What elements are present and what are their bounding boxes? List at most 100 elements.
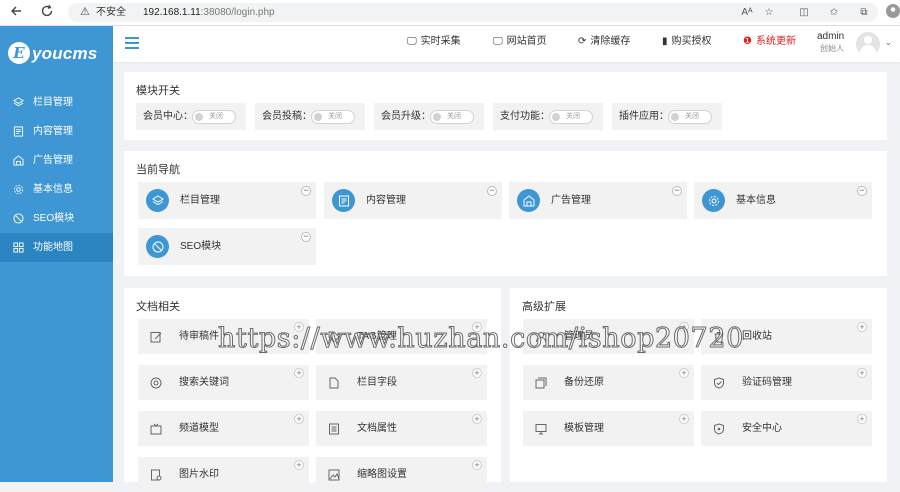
sidebar-item-basic-info[interactable]: 基本信息 (0, 175, 113, 204)
add-icon[interactable]: + (294, 368, 304, 378)
toggle-switch[interactable]: 关闭 (311, 110, 355, 124)
site-home-link[interactable]: 🖵 网站首页 (493, 26, 547, 62)
remove-icon[interactable]: − (301, 186, 311, 196)
favorite-add-icon[interactable]: ☆ (760, 4, 778, 22)
logo[interactable]: E youcms (8, 40, 108, 70)
add-icon[interactable]: + (679, 322, 689, 332)
module-label: 插件应用： (619, 111, 669, 122)
item-label: 频道模型 (179, 423, 219, 434)
module-payment: 支付功能： 关闭 (493, 103, 603, 130)
doc-item-search-keywords[interactable]: 搜索关键词 + (138, 365, 309, 400)
collections-icon[interactable]: ⧉ (855, 4, 873, 22)
sidebar: E youcms 栏目管理 内容管理 广告管理 基本信息 SEO模块 功能地图 (0, 26, 113, 482)
module-label: 支付功能： (500, 111, 550, 122)
url-text[interactable]: 192.168.1.11:38080/login.php (143, 5, 275, 20)
add-icon[interactable]: + (294, 460, 304, 470)
compass-icon (146, 235, 169, 258)
add-icon[interactable]: + (294, 414, 304, 424)
item-label: 缩略图设置 (357, 469, 407, 480)
item-label: 图片水印 (179, 469, 219, 480)
toggle-switch[interactable]: 关闭 (430, 110, 474, 124)
sidebar-item-ad-management[interactable]: 广告管理 (0, 146, 113, 175)
user-role: 创始人 (820, 44, 844, 53)
add-icon[interactable]: + (857, 322, 867, 332)
tv-icon (149, 422, 162, 435)
toggle-state: 关闭 (566, 113, 580, 120)
layers-icon (12, 88, 24, 117)
reload-icon[interactable] (38, 4, 56, 22)
back-arrow-icon[interactable] (7, 4, 25, 22)
favorites-icon[interactable]: ✩ (825, 4, 843, 22)
add-icon[interactable]: + (857, 368, 867, 378)
module-plugin-apps: 插件应用： 关闭 (612, 103, 722, 130)
adv-item-captcha-management[interactable]: 验证码管理 + (701, 365, 872, 400)
toggle-switch[interactable]: 关闭 (668, 110, 712, 124)
refresh-icon: ⟳ (578, 36, 587, 47)
add-icon[interactable]: + (472, 322, 482, 332)
split-screen-icon[interactable]: ◫ (795, 4, 813, 22)
adv-item-backup-restore[interactable]: 备份还原 + (523, 365, 694, 400)
adv-item-template-management[interactable]: 模板管理 + (523, 411, 694, 446)
warning-triangle-icon[interactable]: ⚠ (80, 5, 90, 20)
buy-license-link[interactable]: ▮ 购买授权 (662, 26, 712, 62)
user-name[interactable]: admin (817, 31, 844, 43)
gear-icon (702, 189, 725, 212)
chevron-down-icon[interactable]: ⌄ (885, 38, 892, 47)
avatar[interactable] (856, 32, 880, 56)
quick-nav-basic-info[interactable]: 基本信息 − (694, 182, 872, 219)
adv-item-recycle-bin[interactable]: 回收站 + (701, 319, 872, 354)
profile-icon[interactable] (884, 4, 900, 22)
realtime-collect-link[interactable]: 🖵 实时采集 (407, 26, 461, 62)
image-file-icon (149, 468, 162, 481)
clear-cache-link[interactable]: ⟳ 清除缓存 (578, 26, 630, 62)
doc-item-image-watermark[interactable]: 图片水印 + (138, 457, 309, 492)
remove-icon[interactable]: − (487, 186, 497, 196)
shield-icon (712, 376, 725, 389)
menu-toggle-icon[interactable] (125, 37, 139, 49)
doc-item-thumbnail-settings[interactable]: 缩略图设置 + (316, 457, 487, 492)
card-title: 文档相关 (136, 301, 180, 313)
quick-nav-seo[interactable]: SEO模块 − (138, 228, 316, 265)
doc-item-pending-review[interactable]: 待审稿件 + (138, 319, 309, 354)
item-label: 安全中心 (742, 423, 782, 434)
doc-item-channel-model[interactable]: 频道模型 + (138, 411, 309, 446)
add-icon[interactable]: + (679, 368, 689, 378)
doc-item-tag-management[interactable]: TAG管理 + (316, 319, 487, 354)
add-icon[interactable]: + (472, 414, 482, 424)
sidebar-item-label: 内容管理 (33, 126, 73, 137)
docs-card: 文档相关 待审稿件 + TAG管理 + 搜索关键词 + 栏目字段 + 频道模型 … (124, 288, 501, 492)
sidebar-item-label: 功能地图 (33, 242, 73, 253)
topbar-link-label: 购买授权 (671, 36, 712, 47)
security-status[interactable]: 不安全 (96, 5, 126, 20)
add-icon[interactable]: + (679, 414, 689, 424)
add-icon[interactable]: + (857, 414, 867, 424)
sidebar-item-feature-map[interactable]: 功能地图 (0, 233, 113, 262)
add-icon[interactable]: + (472, 368, 482, 378)
toggle-switch[interactable]: 关闭 (549, 110, 593, 124)
user-icon (534, 330, 547, 343)
logo-text: youcms (32, 44, 98, 63)
layers-icon (146, 189, 169, 212)
adv-item-security-center[interactable]: 安全中心 + (701, 411, 872, 446)
toggle-switch[interactable]: 关闭 (192, 110, 236, 124)
remove-icon[interactable]: − (857, 186, 867, 196)
quick-nav-ad-management[interactable]: 广告管理 − (509, 182, 687, 219)
quick-nav-column-management[interactable]: 栏目管理 − (138, 182, 316, 219)
system-update-link[interactable]: ❶ 系统更新 (743, 26, 796, 62)
quick-nav-label: 基本信息 (736, 195, 776, 206)
module-label: 会员升级： (381, 111, 431, 122)
sidebar-item-content-management[interactable]: 内容管理 (0, 117, 113, 146)
sidebar-item-seo[interactable]: SEO模块 (0, 204, 113, 233)
doc-item-doc-attributes[interactable]: 文档属性 + (316, 411, 487, 446)
doc-item-column-fields[interactable]: 栏目字段 + (316, 365, 487, 400)
add-icon[interactable]: + (472, 460, 482, 470)
item-label: 搜索关键词 (179, 377, 229, 388)
adv-item-admin[interactable]: 管理员 + (523, 319, 694, 354)
sidebar-item-column-management[interactable]: 栏目管理 (0, 88, 113, 117)
module-member-submission: 会员投稿： 关闭 (255, 103, 365, 130)
remove-icon[interactable]: − (672, 186, 682, 196)
add-icon[interactable]: + (294, 322, 304, 332)
quick-nav-content-management[interactable]: 内容管理 − (324, 182, 502, 219)
remove-icon[interactable]: − (301, 232, 311, 242)
read-aloud-icon[interactable]: Aᴬ (738, 4, 756, 22)
